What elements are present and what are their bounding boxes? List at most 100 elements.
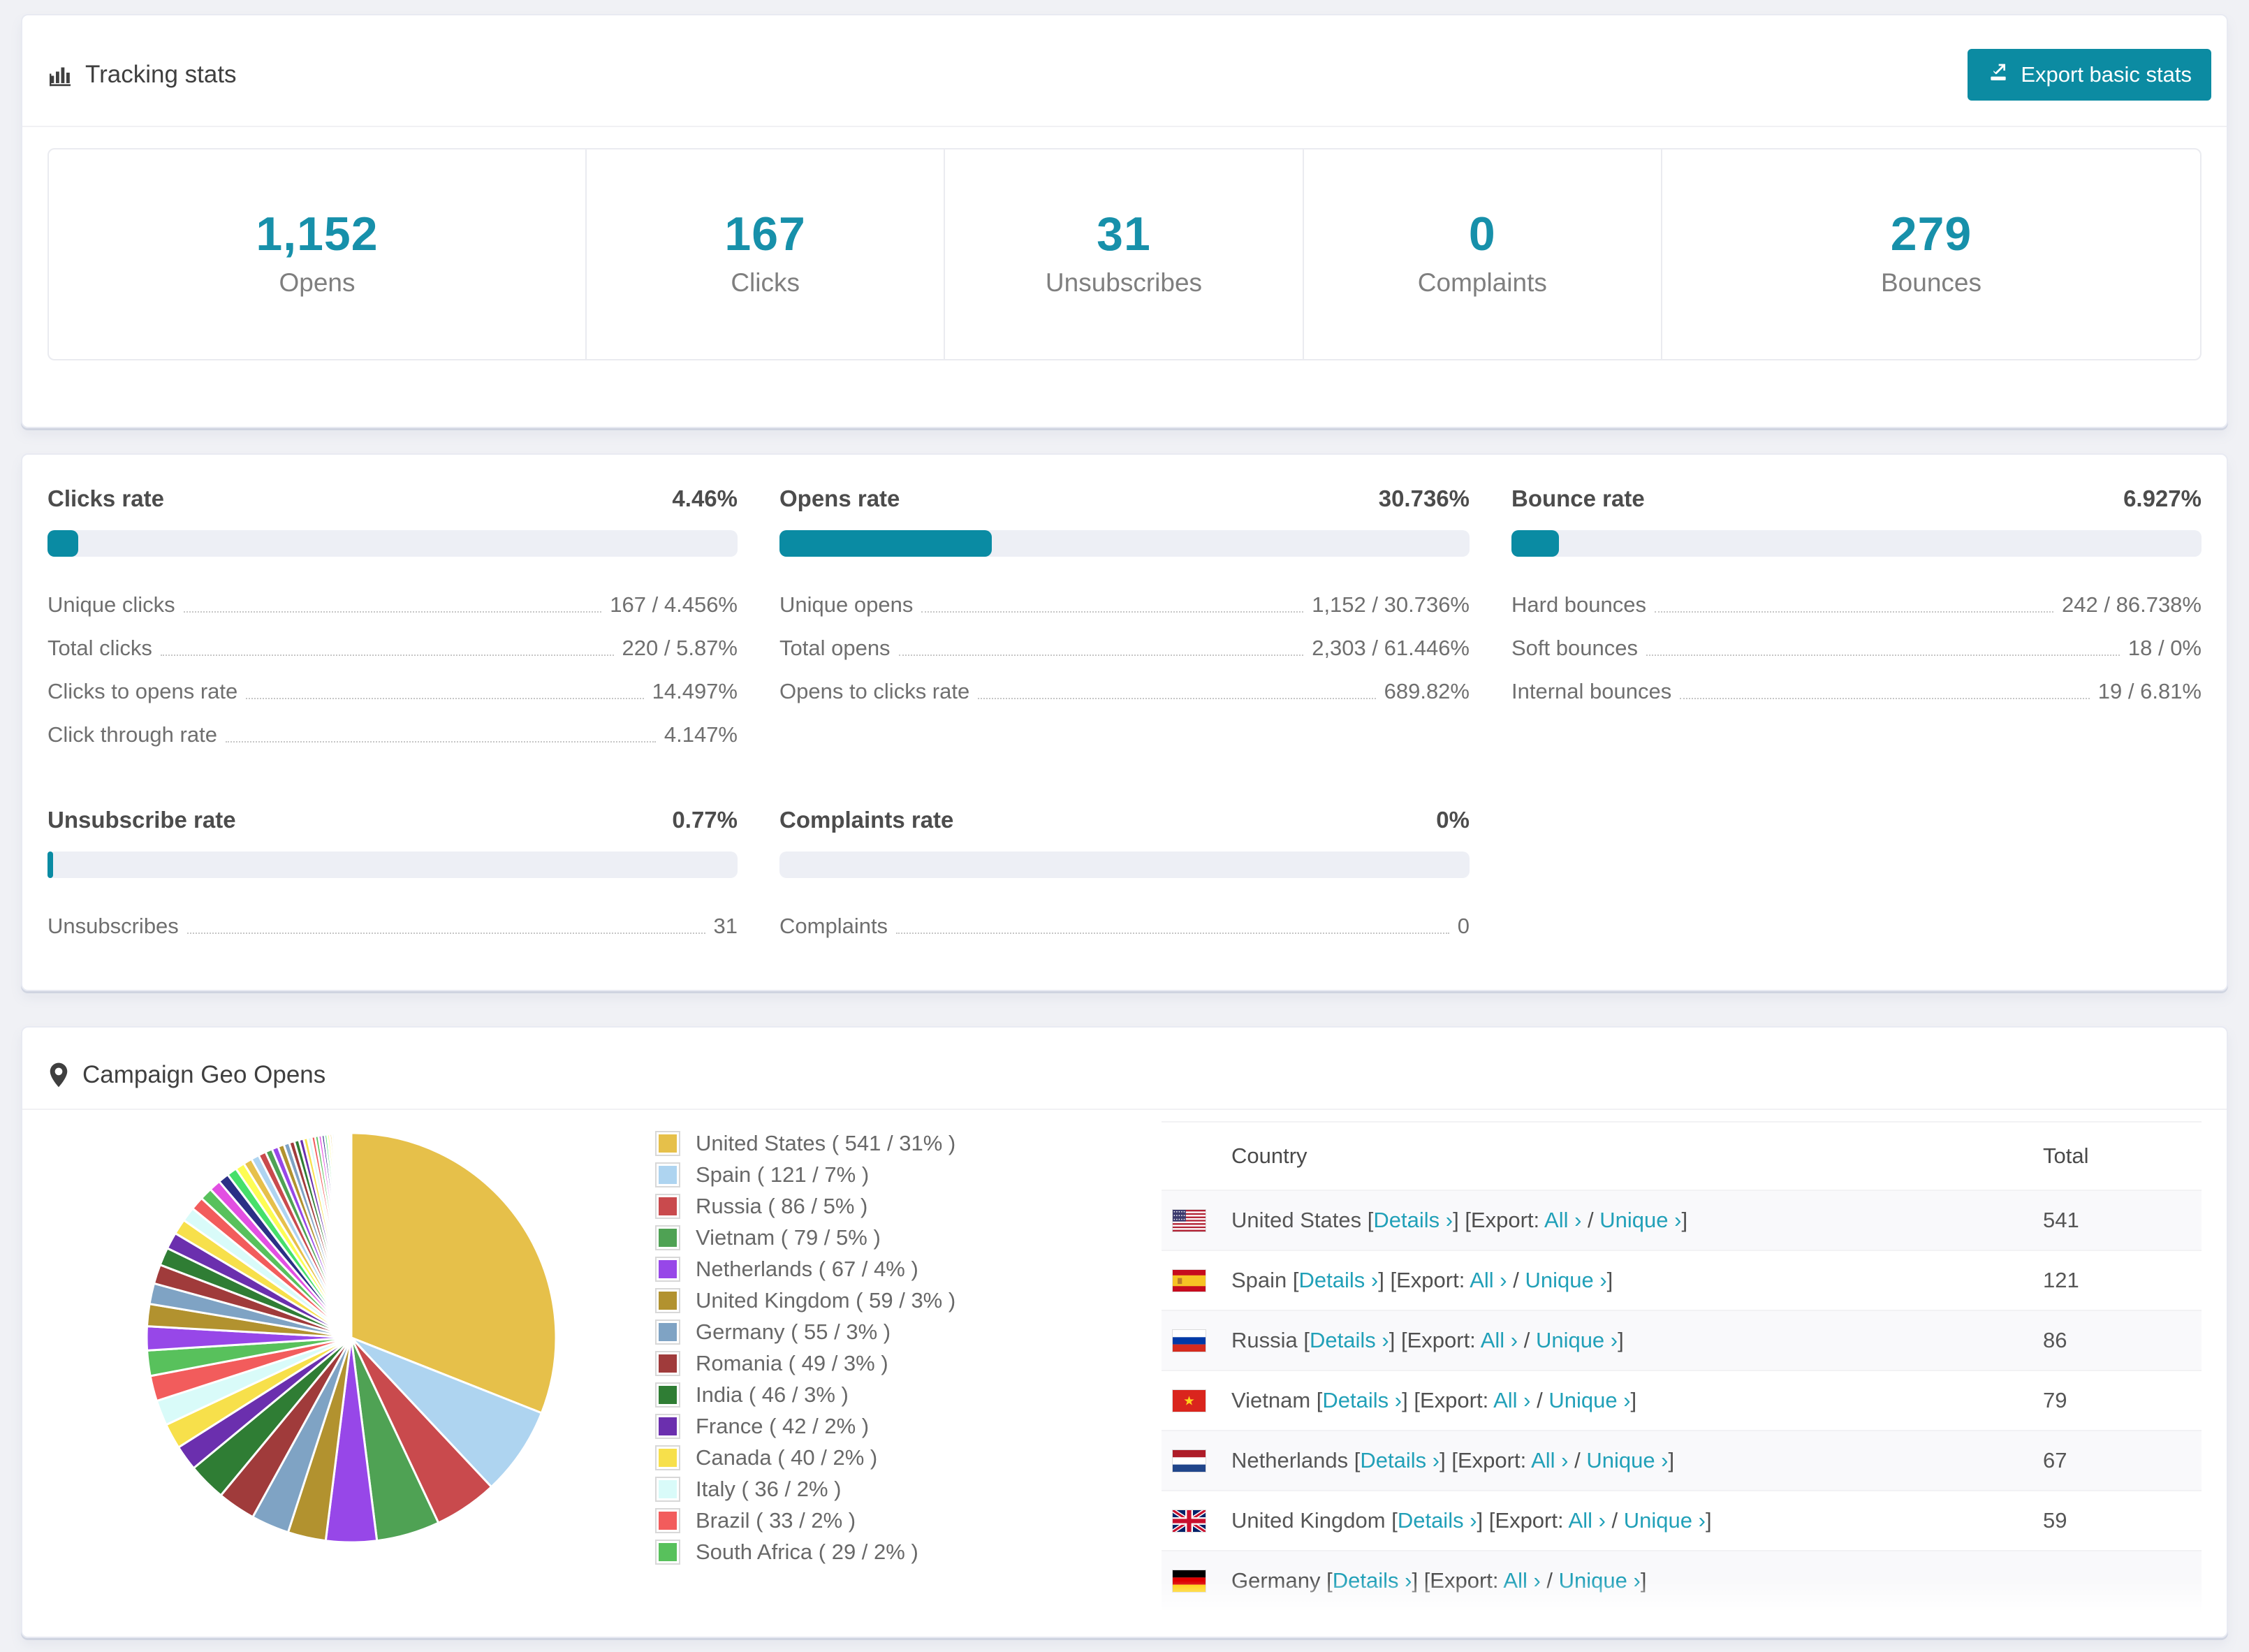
- details-link[interactable]: Details ›: [1360, 1448, 1439, 1472]
- rate-stat-row: Soft bounces 18 / 0%: [1511, 627, 2202, 670]
- rates-card: Clicks rate 4.46% Unique clicks 167 / 4.…: [21, 453, 2228, 991]
- legend-item[interactable]: Italy ( 36 / 2% ): [655, 1477, 1162, 1502]
- flag-column-header: [1162, 1121, 1231, 1190]
- stat-value: 19 / 6.81%: [2097, 679, 2202, 703]
- export-basic-stats-button[interactable]: Export basic stats: [1968, 49, 2211, 101]
- total-cell: 541: [2043, 1190, 2202, 1250]
- country-name: Spain: [1231, 1268, 1287, 1292]
- export-unique-link[interactable]: Unique ›: [1559, 1568, 1641, 1593]
- export-all-link[interactable]: All ›: [1470, 1268, 1507, 1292]
- legend-label: Canada ( 40 / 2% ): [696, 1445, 878, 1470]
- legend-label: Italy ( 36 / 2% ): [696, 1477, 842, 1501]
- details-link[interactable]: Details ›: [1373, 1208, 1453, 1232]
- export-all-link[interactable]: All ›: [1481, 1328, 1518, 1352]
- dotted-leader: [246, 698, 644, 699]
- campaign-geo-opens-card: Campaign Geo Opens United States ( 541 /…: [21, 1026, 2228, 1638]
- rate-head: Complaints rate 0%: [779, 807, 1470, 833]
- geo-table-header-row: Country Total: [1162, 1121, 2202, 1190]
- export-unique-link[interactable]: Unique ›: [1586, 1448, 1668, 1472]
- rate-title: Clicks rate: [47, 485, 164, 511]
- export-all-link[interactable]: All ›: [1544, 1208, 1581, 1232]
- export-all-link[interactable]: All ›: [1493, 1388, 1530, 1412]
- legend-swatch: [655, 1225, 680, 1250]
- legend-item[interactable]: Russia ( 86 / 5% ): [655, 1194, 1162, 1219]
- stat-label: Clicks to opens rate: [47, 679, 238, 703]
- export-unique-link[interactable]: Unique ›: [1525, 1268, 1606, 1292]
- export-icon: [1987, 61, 2009, 89]
- legend-swatch: [655, 1540, 680, 1565]
- rate-block-opens-rate: Opens rate 30.736% Unique opens 1,152 / …: [779, 485, 1470, 756]
- legend-item[interactable]: Canada ( 40 / 2% ): [655, 1445, 1162, 1470]
- geo-header: Campaign Geo Opens: [22, 1028, 2227, 1109]
- stat-value: 31: [713, 914, 738, 938]
- flag-de-icon: [1173, 1570, 1223, 1592]
- stat-value: 242 / 86.738%: [2062, 592, 2202, 617]
- summary-value: 279: [1890, 207, 1972, 261]
- legend-label: Vietnam ( 79 / 5% ): [696, 1225, 881, 1250]
- export-all-link[interactable]: All ›: [1503, 1568, 1540, 1593]
- dotted-leader: [186, 933, 705, 934]
- dotted-leader: [898, 655, 1304, 656]
- legend-label: United Kingdom ( 59 / 3% ): [696, 1288, 956, 1313]
- details-link[interactable]: Details ›: [1322, 1388, 1402, 1412]
- legend-item[interactable]: Romania ( 49 / 3% ): [655, 1351, 1162, 1376]
- country-column-header: Country: [1231, 1121, 2043, 1190]
- rate-stat-row: Opens to clicks rate 689.82%: [779, 670, 1470, 713]
- summary-opens: 1,152 Opens: [49, 149, 587, 359]
- total-cell: 67: [2043, 1430, 2202, 1491]
- flag-ru-icon: [1173, 1329, 1223, 1352]
- summary-label: Opens: [279, 268, 356, 297]
- stat-label: Internal bounces: [1511, 679, 1672, 703]
- legend-item[interactable]: Spain ( 121 / 7% ): [655, 1162, 1162, 1187]
- export-unique-link[interactable]: Unique ›: [1548, 1388, 1630, 1412]
- rate-value: 30.736%: [1378, 485, 1470, 511]
- rate-block-unsubscribe-rate: Unsubscribe rate 0.77% Unsubscribes 31: [47, 807, 738, 948]
- legend-item[interactable]: Vietnam ( 79 / 5% ): [655, 1225, 1162, 1250]
- table-row-gb: United Kingdom [Details ›] [Export: All …: [1162, 1490, 2202, 1551]
- legend-label: Spain ( 121 / 7% ): [696, 1162, 870, 1187]
- geo-title-text: Campaign Geo Opens: [82, 1061, 326, 1088]
- total-cell: 121: [2043, 1250, 2202, 1310]
- export-all-link[interactable]: All ›: [1569, 1508, 1606, 1533]
- geo-legend: United States ( 541 / 31% ) Spain ( 121 …: [561, 1121, 1162, 1571]
- export-unique-link[interactable]: Unique ›: [1624, 1508, 1706, 1533]
- legend-item[interactable]: Brazil ( 33 / 2% ): [655, 1508, 1162, 1533]
- details-link[interactable]: Details ›: [1310, 1328, 1389, 1352]
- export-all-link[interactable]: All ›: [1531, 1448, 1568, 1472]
- rate-progress-bar: [47, 851, 738, 878]
- legend-item[interactable]: France ( 42 / 2% ): [655, 1414, 1162, 1439]
- flag-gb-icon: [1173, 1510, 1223, 1532]
- stat-label: Opens to clicks rate: [779, 679, 970, 703]
- bar-chart-icon: [47, 62, 73, 87]
- rate-block-clicks-rate: Clicks rate 4.46% Unique clicks 167 / 4.…: [47, 485, 738, 756]
- rate-value: 6.927%: [2123, 485, 2202, 511]
- tracking-stats-title: Tracking stats: [47, 61, 237, 89]
- rate-title: Unsubscribe rate: [47, 807, 236, 833]
- stat-value: 0: [1457, 914, 1470, 938]
- rate-stat-row: Clicks to opens rate 14.497%: [47, 670, 738, 713]
- legend-item[interactable]: South Africa ( 29 / 2% ): [655, 1540, 1162, 1565]
- legend-item[interactable]: Germany ( 55 / 3% ): [655, 1320, 1162, 1345]
- details-link[interactable]: Details ›: [1299, 1268, 1379, 1292]
- legend-item[interactable]: India ( 46 / 3% ): [655, 1382, 1162, 1408]
- export-unique-link[interactable]: Unique ›: [1536, 1328, 1618, 1352]
- legend-label: Brazil ( 33 / 2% ): [696, 1508, 856, 1533]
- details-link[interactable]: Details ›: [1398, 1508, 1477, 1533]
- country-cell: Netherlands [Details ›] [Export: All › /…: [1231, 1430, 2043, 1491]
- details-link[interactable]: Details ›: [1333, 1568, 1412, 1593]
- rate-stat-row: Total clicks 220 / 5.87%: [47, 627, 738, 670]
- flag-vn-icon: [1173, 1389, 1223, 1412]
- rate-value: 0%: [1436, 807, 1470, 833]
- rate-block-complaints-rate: Complaints rate 0% Complaints 0: [779, 807, 1470, 948]
- rate-head: Bounce rate 6.927%: [1511, 485, 2202, 512]
- legend-item[interactable]: United States ( 541 / 31% ): [655, 1131, 1162, 1156]
- legend-swatch: [655, 1477, 680, 1502]
- country-name: Russia: [1231, 1328, 1298, 1352]
- legend-label: South Africa ( 29 / 2% ): [696, 1540, 918, 1564]
- export-button-label: Export basic stats: [2021, 62, 2192, 87]
- legend-item[interactable]: United Kingdom ( 59 / 3% ): [655, 1288, 1162, 1313]
- rate-progress-bar: [779, 851, 1470, 878]
- legend-item[interactable]: Netherlands ( 67 / 4% ): [655, 1257, 1162, 1282]
- export-unique-link[interactable]: Unique ›: [1599, 1208, 1681, 1232]
- map-pin-icon: [47, 1062, 70, 1088]
